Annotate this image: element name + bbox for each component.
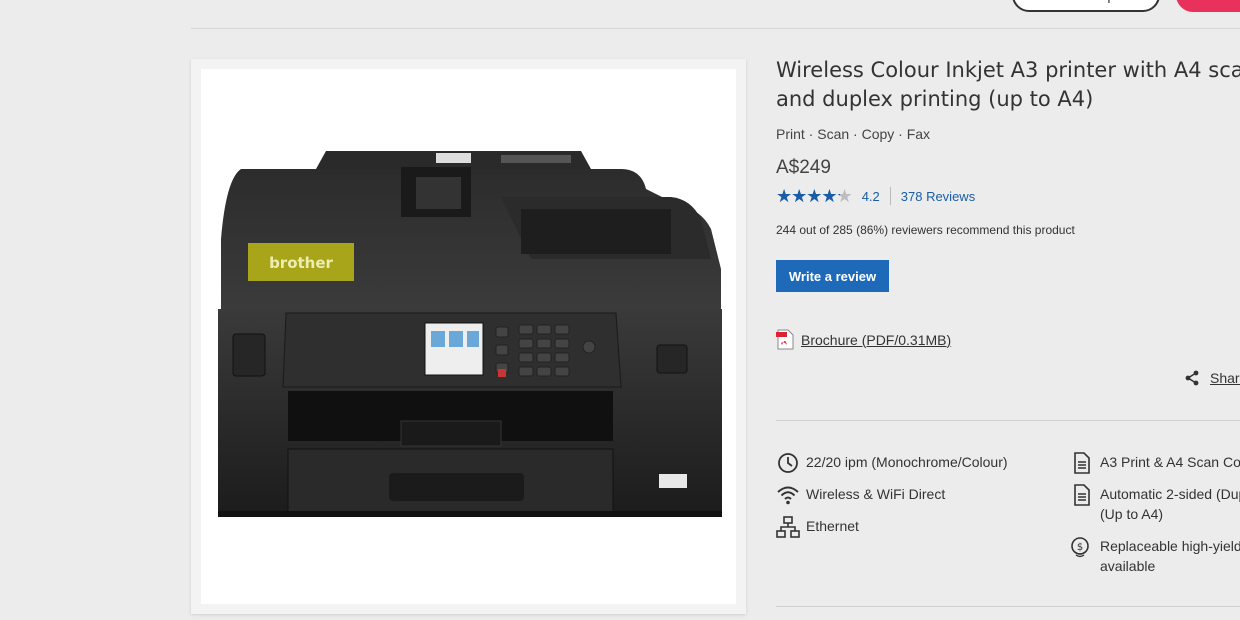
recommend-text: 244 out of 285 (86%) reviewers recommend… bbox=[776, 223, 1075, 237]
star-rating-filled-icon: ★★★★★ bbox=[776, 187, 840, 205]
spec-duplex-line1: Automatic 2-sided (Duplex) bbox=[1100, 486, 1240, 502]
add-to-compare-button[interactable]: Add to compare bbox=[1012, 0, 1160, 12]
spec-wireless-text: Wireless & WiFi Direct bbox=[806, 486, 946, 502]
spec-ink: $ Replaceable high-yield ink available bbox=[1070, 536, 1240, 576]
share-label[interactable]: Share bbox=[1210, 370, 1240, 386]
pdf-icon bbox=[776, 329, 794, 350]
reviews-link[interactable]: 378 Reviews bbox=[901, 189, 975, 204]
spec-speed-text: 22/20 ipm (Monochrome/Colour) bbox=[806, 454, 1008, 470]
share-link[interactable]: Share bbox=[1184, 370, 1240, 386]
clock-icon bbox=[778, 453, 798, 473]
spec-speed: 22/20 ipm (Monochrome/Colour) bbox=[776, 452, 1008, 474]
brochure-label[interactable]: Brochure (PDF/0.31MB) bbox=[801, 332, 951, 348]
spec-ethernet-text: Ethernet bbox=[806, 518, 859, 534]
printer-image[interactable]: brother bbox=[201, 69, 736, 604]
share-icon bbox=[1185, 370, 1199, 386]
spec-duplex: Automatic 2-sided (Duplex) (Up to A4) bbox=[1070, 484, 1240, 524]
rating-value: 4.2 bbox=[861, 188, 880, 204]
network-icon bbox=[776, 516, 800, 538]
spec-wireless: Wireless & WiFi Direct bbox=[776, 484, 945, 506]
specs-top-divider bbox=[776, 420, 1240, 421]
rating-divider bbox=[889, 187, 891, 205]
specs-bottom-divider bbox=[776, 606, 1240, 607]
spec-ink-text: Replaceable high-yield ink available bbox=[1100, 536, 1240, 576]
wifi-icon bbox=[777, 486, 799, 505]
product-features: Print · Scan · Copy · Fax bbox=[776, 126, 931, 142]
spec-a3-print-text: A3 Print & A4 Scan Copy bbox=[1100, 454, 1240, 470]
rating-row: ★★★★★ ★★★★★ 4.2 378 Reviews bbox=[776, 186, 975, 206]
brochure-link[interactable]: Brochure (PDF/0.31MB) bbox=[776, 329, 951, 350]
product-title: Wireless Colour Inkjet A3 printer with A… bbox=[776, 58, 1240, 111]
product-price: A$249 bbox=[776, 157, 831, 178]
product-image-card: brother bbox=[191, 59, 746, 614]
document-icon bbox=[1074, 452, 1090, 474]
where-to-buy-button[interactable]: Where to buy bbox=[1176, 0, 1240, 12]
spec-duplex-text: Automatic 2-sided (Duplex) (Up to A4) bbox=[1100, 484, 1240, 524]
spec-a3-print: A3 Print & A4 Scan Copy bbox=[1070, 452, 1240, 474]
spec-ink-line2: available bbox=[1100, 558, 1156, 574]
svg-text:$: $ bbox=[1077, 542, 1083, 553]
product-image-frame: brother bbox=[201, 69, 736, 604]
write-review-button[interactable]: Write a review bbox=[776, 260, 889, 292]
ink-icon: $ bbox=[1071, 537, 1089, 558]
document-icon bbox=[1074, 484, 1090, 506]
star-rating: ★★★★★ ★★★★★ bbox=[776, 187, 853, 205]
brand-logo-text: brother bbox=[269, 254, 333, 272]
top-divider bbox=[191, 28, 1240, 29]
spec-ethernet: Ethernet bbox=[776, 516, 859, 538]
spec-duplex-line2: (Up to A4) bbox=[1100, 506, 1164, 522]
spec-ink-line1: Replaceable high-yield ink bbox=[1100, 538, 1240, 554]
